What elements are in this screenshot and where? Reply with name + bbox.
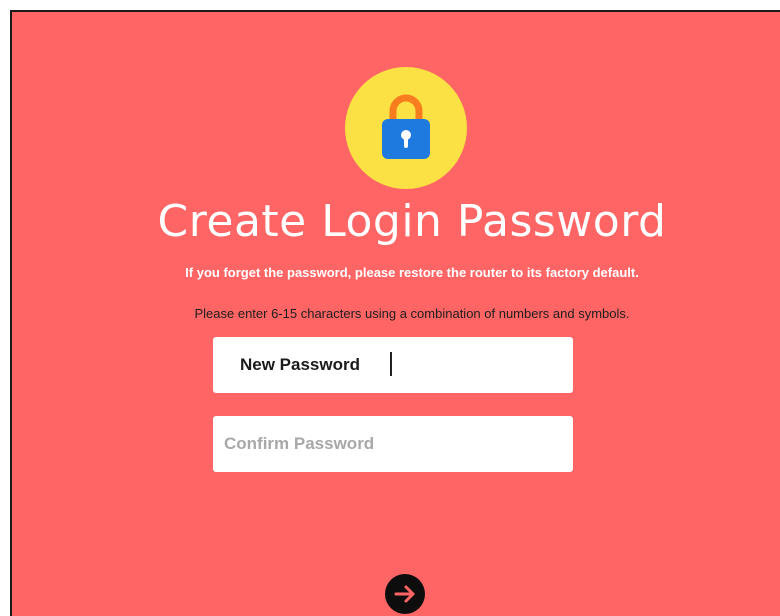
factory-reset-warning: If you forget the password, please resto… (185, 265, 639, 280)
submit-button[interactable] (385, 574, 425, 614)
page-title: Create Login Password (157, 196, 667, 247)
confirm-password-input[interactable] (224, 416, 564, 472)
arrow-right-icon (394, 585, 415, 603)
lock-badge (345, 67, 467, 189)
new-password-label: New Password (240, 355, 360, 374)
lock-icon (382, 94, 430, 159)
new-password-field[interactable]: New Password (213, 337, 573, 393)
password-requirements-hint: Please enter 6-15 characters using a com… (194, 306, 630, 321)
setup-page: Create Login Password If you forget the … (10, 10, 780, 616)
text-cursor (390, 352, 392, 376)
confirm-password-field[interactable] (213, 416, 573, 472)
